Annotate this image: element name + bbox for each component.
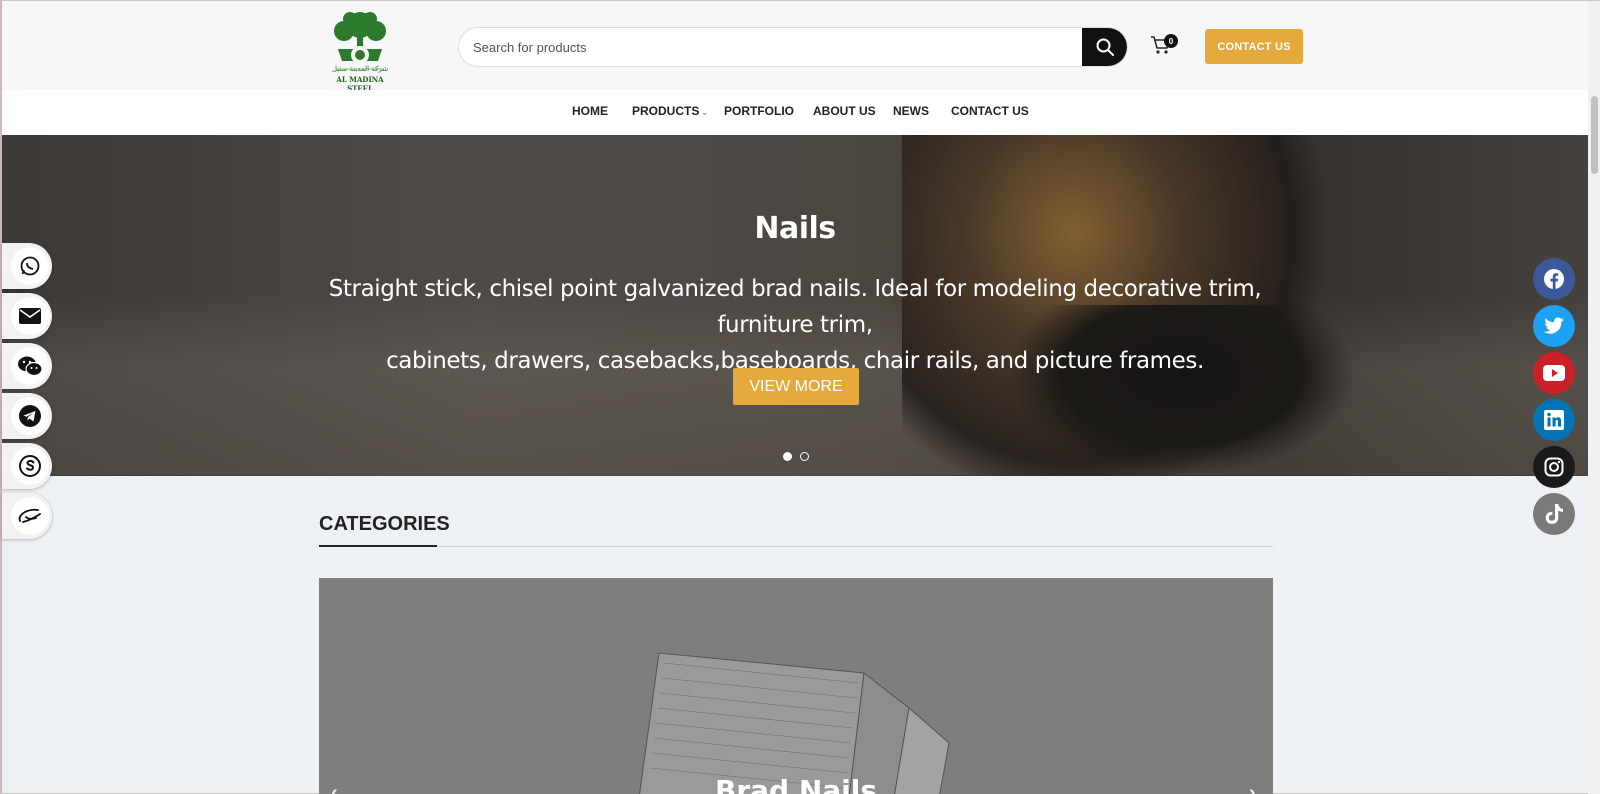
search-bar bbox=[458, 27, 1128, 67]
telegram-button[interactable] bbox=[2, 393, 52, 439]
search-button[interactable] bbox=[1082, 28, 1127, 66]
categories-heading: CATEGORIES bbox=[319, 513, 450, 535]
nav-home[interactable]: HOME bbox=[572, 104, 608, 118]
tiktok-icon bbox=[1545, 504, 1563, 524]
alibaba-icon bbox=[18, 508, 41, 523]
mail-icon bbox=[19, 308, 41, 324]
hero-description-line-1: Straight stick, chisel point galvanized … bbox=[328, 276, 1262, 338]
nav-products[interactable]: PRODUCTS ⌄ bbox=[632, 104, 708, 118]
tiktok-button[interactable] bbox=[1533, 493, 1575, 535]
nav-products-label: PRODUCTS bbox=[632, 104, 700, 118]
site-header: شركة المدينة ستيل AL MADINA STEEL 0 CONT… bbox=[2, 1, 1600, 93]
whatsapp-icon bbox=[20, 256, 40, 276]
categories-divider bbox=[319, 546, 1273, 547]
alibaba-button[interactable] bbox=[2, 493, 52, 539]
skype-button[interactable] bbox=[2, 443, 52, 489]
nav-contact[interactable]: CONTACT US bbox=[951, 104, 1029, 118]
linkedin-icon bbox=[1544, 410, 1564, 430]
category-card[interactable]: Brad Nails ‹ › bbox=[319, 578, 1273, 794]
hero-title: Nails bbox=[754, 211, 836, 246]
wechat-button[interactable] bbox=[2, 343, 52, 389]
youtube-button[interactable] bbox=[1533, 352, 1575, 394]
twitter-button[interactable] bbox=[1533, 305, 1575, 347]
youtube-icon bbox=[1543, 365, 1565, 381]
instagram-button[interactable] bbox=[1533, 446, 1575, 488]
hero-description: Straight stick, chisel point galvanized … bbox=[302, 271, 1288, 379]
twitter-icon bbox=[1543, 317, 1564, 334]
instagram-icon bbox=[1544, 457, 1564, 477]
facebook-icon bbox=[1544, 269, 1564, 289]
search-icon bbox=[1096, 38, 1114, 56]
chevron-down-icon: ⌄ bbox=[701, 108, 709, 117]
category-card-title: Brad Nails bbox=[714, 774, 878, 794]
wechat-icon bbox=[18, 356, 43, 377]
categories-underline bbox=[319, 545, 437, 547]
view-more-button[interactable]: VIEW MORE bbox=[733, 368, 859, 405]
logo-arabic-text: شركة المدينة ستيل bbox=[331, 65, 389, 73]
email-button[interactable] bbox=[2, 293, 52, 339]
whatsapp-button[interactable] bbox=[2, 243, 52, 289]
search-input[interactable] bbox=[459, 28, 1084, 66]
nav-news[interactable]: NEWS bbox=[893, 104, 929, 118]
header-contact-button[interactable]: CONTACT US bbox=[1205, 29, 1303, 64]
carousel-prev-icon[interactable]: ‹ bbox=[331, 782, 338, 794]
telegram-icon bbox=[19, 405, 41, 427]
hero-slider: Nails Straight stick, chisel point galva… bbox=[2, 135, 1588, 476]
nav-about[interactable]: ABOUT US bbox=[813, 104, 876, 118]
cart-count-badge: 0 bbox=[1164, 34, 1178, 48]
skype-icon bbox=[19, 455, 41, 477]
site-logo[interactable]: شركة المدينة ستيل AL MADINA STEEL bbox=[324, 9, 396, 93]
slider-dot-2[interactable] bbox=[800, 452, 809, 461]
slider-dot-1[interactable] bbox=[783, 452, 792, 461]
scrollbar-thumb[interactable] bbox=[1591, 96, 1598, 174]
brad-nails-image bbox=[639, 652, 950, 794]
nav-portfolio[interactable]: PORTFOLIO bbox=[724, 104, 794, 118]
main-nav: HOME PRODUCTS ⌄ PORTFOLIO ABOUT US NEWS C… bbox=[2, 90, 1600, 135]
facebook-button[interactable] bbox=[1533, 258, 1575, 300]
linkedin-button[interactable] bbox=[1533, 399, 1575, 441]
carousel-next-icon[interactable]: › bbox=[1249, 782, 1256, 794]
